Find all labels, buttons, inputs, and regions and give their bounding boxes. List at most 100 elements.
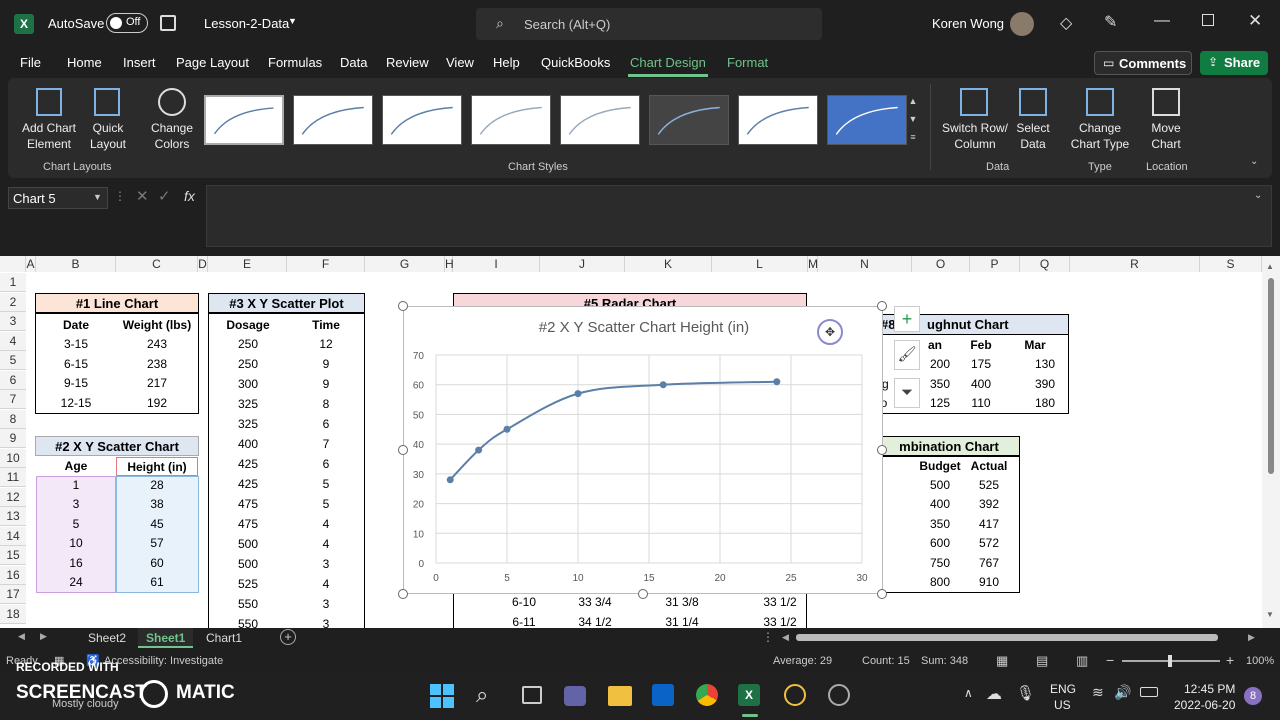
name-box[interactable]: Chart 5 ▼ <box>8 187 108 209</box>
table2-cell[interactable]: 60 <box>116 554 198 573</box>
chart-style-2[interactable] <box>293 95 373 145</box>
table8-cell[interactable]: 350 <box>920 375 960 394</box>
menu-format[interactable]: Format <box>727 55 768 70</box>
column-header-q[interactable]: Q <box>1020 256 1070 272</box>
diamond-icon[interactable]: ◇ <box>1060 13 1072 33</box>
resize-handle-tl[interactable] <box>398 301 408 311</box>
quick-layout-button[interactable]: Quick Layout <box>84 82 132 156</box>
normal-view-icon[interactable]: ▦ <box>996 653 1008 669</box>
table2-cell[interactable]: 16 <box>36 554 116 573</box>
table2-cell[interactable]: 38 <box>116 495 198 514</box>
table1-cell[interactable]: 3-15 <box>36 335 116 354</box>
row-header-5[interactable]: 5 <box>0 351 26 370</box>
table8-cell[interactable]: 175 <box>966 355 996 374</box>
table3-cell[interactable]: 4 <box>287 535 365 554</box>
menu-view[interactable]: View <box>446 55 474 70</box>
column-header-r[interactable]: R <box>1070 256 1200 272</box>
menu-file[interactable]: File <box>20 55 41 70</box>
table3-cell[interactable]: 5 <box>287 495 365 514</box>
column-header-e[interactable]: E <box>208 256 287 272</box>
table5-cell[interactable]: 31 1/4 <box>642 613 722 629</box>
tray-chevron-icon[interactable]: ∧ <box>964 686 973 700</box>
column-header-b[interactable]: B <box>36 256 116 272</box>
table1-cell[interactable]: 6-15 <box>36 355 116 374</box>
table8-cell[interactable]: 400 <box>966 375 996 394</box>
combo-cell[interactable]: 392 <box>962 495 1016 514</box>
share-button[interactable]: ⇪ Share <box>1200 51 1268 75</box>
table3-cell[interactable]: 300 <box>209 375 287 394</box>
resize-handle-br[interactable] <box>877 589 887 599</box>
table3-cell[interactable]: 475 <box>209 495 287 514</box>
chart-style-7[interactable] <box>738 95 818 145</box>
tab-split-handle[interactable]: ⋮ <box>762 630 774 644</box>
row-header-3[interactable]: 3 <box>0 312 26 331</box>
menu-quickbooks[interactable]: QuickBooks <box>541 55 610 70</box>
combo-cell[interactable]: 525 <box>962 476 1016 495</box>
user-name[interactable]: Koren Wong <box>932 16 1004 31</box>
save-icon[interactable] <box>160 15 176 31</box>
table1-cell[interactable]: 9-15 <box>36 374 116 393</box>
tab-sheet1[interactable]: Sheet1 <box>138 628 194 648</box>
vertical-scrollbar[interactable]: ▲ ▼ <box>1262 256 1280 628</box>
table3-cell[interactable]: 4 <box>287 515 365 534</box>
table3-cell[interactable]: 3 <box>287 615 365 628</box>
row-header-17[interactable]: 17 <box>0 585 26 604</box>
avatar[interactable] <box>1010 12 1034 36</box>
table3-cell[interactable]: 3 <box>287 555 365 574</box>
prev-sheet-icon[interactable]: ◀ <box>18 631 25 642</box>
table5-cell[interactable]: 31 3/8 <box>642 593 722 612</box>
chart-style-5[interactable] <box>560 95 640 145</box>
onedrive-icon[interactable]: ☁ <box>986 684 1002 704</box>
fx-icon[interactable]: fx <box>184 188 195 204</box>
table3-cell[interactable]: 400 <box>209 435 287 454</box>
hscroll-right-icon[interactable]: ▶ <box>1248 632 1255 643</box>
table3-cell[interactable]: 8 <box>287 395 365 414</box>
column-header-i[interactable]: I <box>453 256 540 272</box>
row-header-12[interactable]: 12 <box>0 487 26 507</box>
row-header-6[interactable]: 6 <box>0 370 26 390</box>
task-view-icon[interactable] <box>522 686 542 704</box>
table5-cell[interactable]: 33 1/2 <box>740 613 820 629</box>
pen-icon[interactable]: ✎ <box>1104 12 1117 32</box>
column-header-s[interactable]: S <box>1200 256 1262 272</box>
clock-time[interactable]: 12:45 PM <box>1184 682 1235 696</box>
move-chart-button[interactable]: Move Chart <box>1142 82 1190 156</box>
table3-cell[interactable]: 5 <box>287 475 365 494</box>
switch-row-column-button[interactable]: Switch Row/ Column <box>936 82 1014 156</box>
zoom-out-icon[interactable]: − <box>1106 652 1114 668</box>
notification-badge[interactable]: 8 <box>1244 687 1262 705</box>
menu-home[interactable]: Home <box>67 55 102 70</box>
ribbon-collapse-icon[interactable]: ⌄ <box>1250 156 1258 167</box>
table3-cell[interactable]: 425 <box>209 475 287 494</box>
file-name[interactable]: Lesson-2-Data <box>204 16 289 31</box>
restore-icon[interactable] <box>1202 14 1214 26</box>
table5-cell[interactable]: 34 1/2 <box>555 613 635 629</box>
row-header-18[interactable]: 18 <box>0 604 26 624</box>
table1-cell[interactable]: 12-15 <box>36 394 116 413</box>
table2-cell[interactable]: 3 <box>36 495 116 514</box>
combo-cell[interactable]: 350 <box>910 515 970 534</box>
row-header-11[interactable]: 11 <box>0 468 26 487</box>
row-header-1[interactable]: 1 <box>0 273 26 292</box>
table3-cell[interactable]: 6 <box>287 455 365 474</box>
combo-cell[interactable]: 767 <box>962 554 1016 573</box>
page-break-view-icon[interactable]: ▥ <box>1076 653 1088 669</box>
resize-handle-tr[interactable] <box>877 301 887 311</box>
table3-cell[interactable]: 475 <box>209 515 287 534</box>
column-header-g[interactable]: G <box>365 256 445 272</box>
styles-scroll[interactable]: ▲ ▼ ≡ <box>906 92 920 148</box>
table3-cell[interactable]: 525 <box>209 575 287 594</box>
table3-cell[interactable]: 500 <box>209 555 287 574</box>
column-header-p[interactable]: P <box>970 256 1020 272</box>
resize-handle-mr[interactable] <box>877 445 887 455</box>
menu-help[interactable]: Help <box>493 55 520 70</box>
table1-cell[interactable]: 192 <box>116 394 198 413</box>
zoom-level[interactable]: 100% <box>1246 655 1274 667</box>
table8-cell[interactable]: 180 <box>1020 394 1070 413</box>
column-header-k[interactable]: K <box>625 256 712 272</box>
resize-handle-bm[interactable] <box>638 589 648 599</box>
table3-cell[interactable]: 500 <box>209 535 287 554</box>
chart-plot-area[interactable]: 0 10 20 30 40 50 60 70 0 5 10 15 20 25 30 <box>404 307 884 595</box>
table2-cell[interactable]: 24 <box>36 573 116 592</box>
table3-cell[interactable]: 9 <box>287 355 365 374</box>
